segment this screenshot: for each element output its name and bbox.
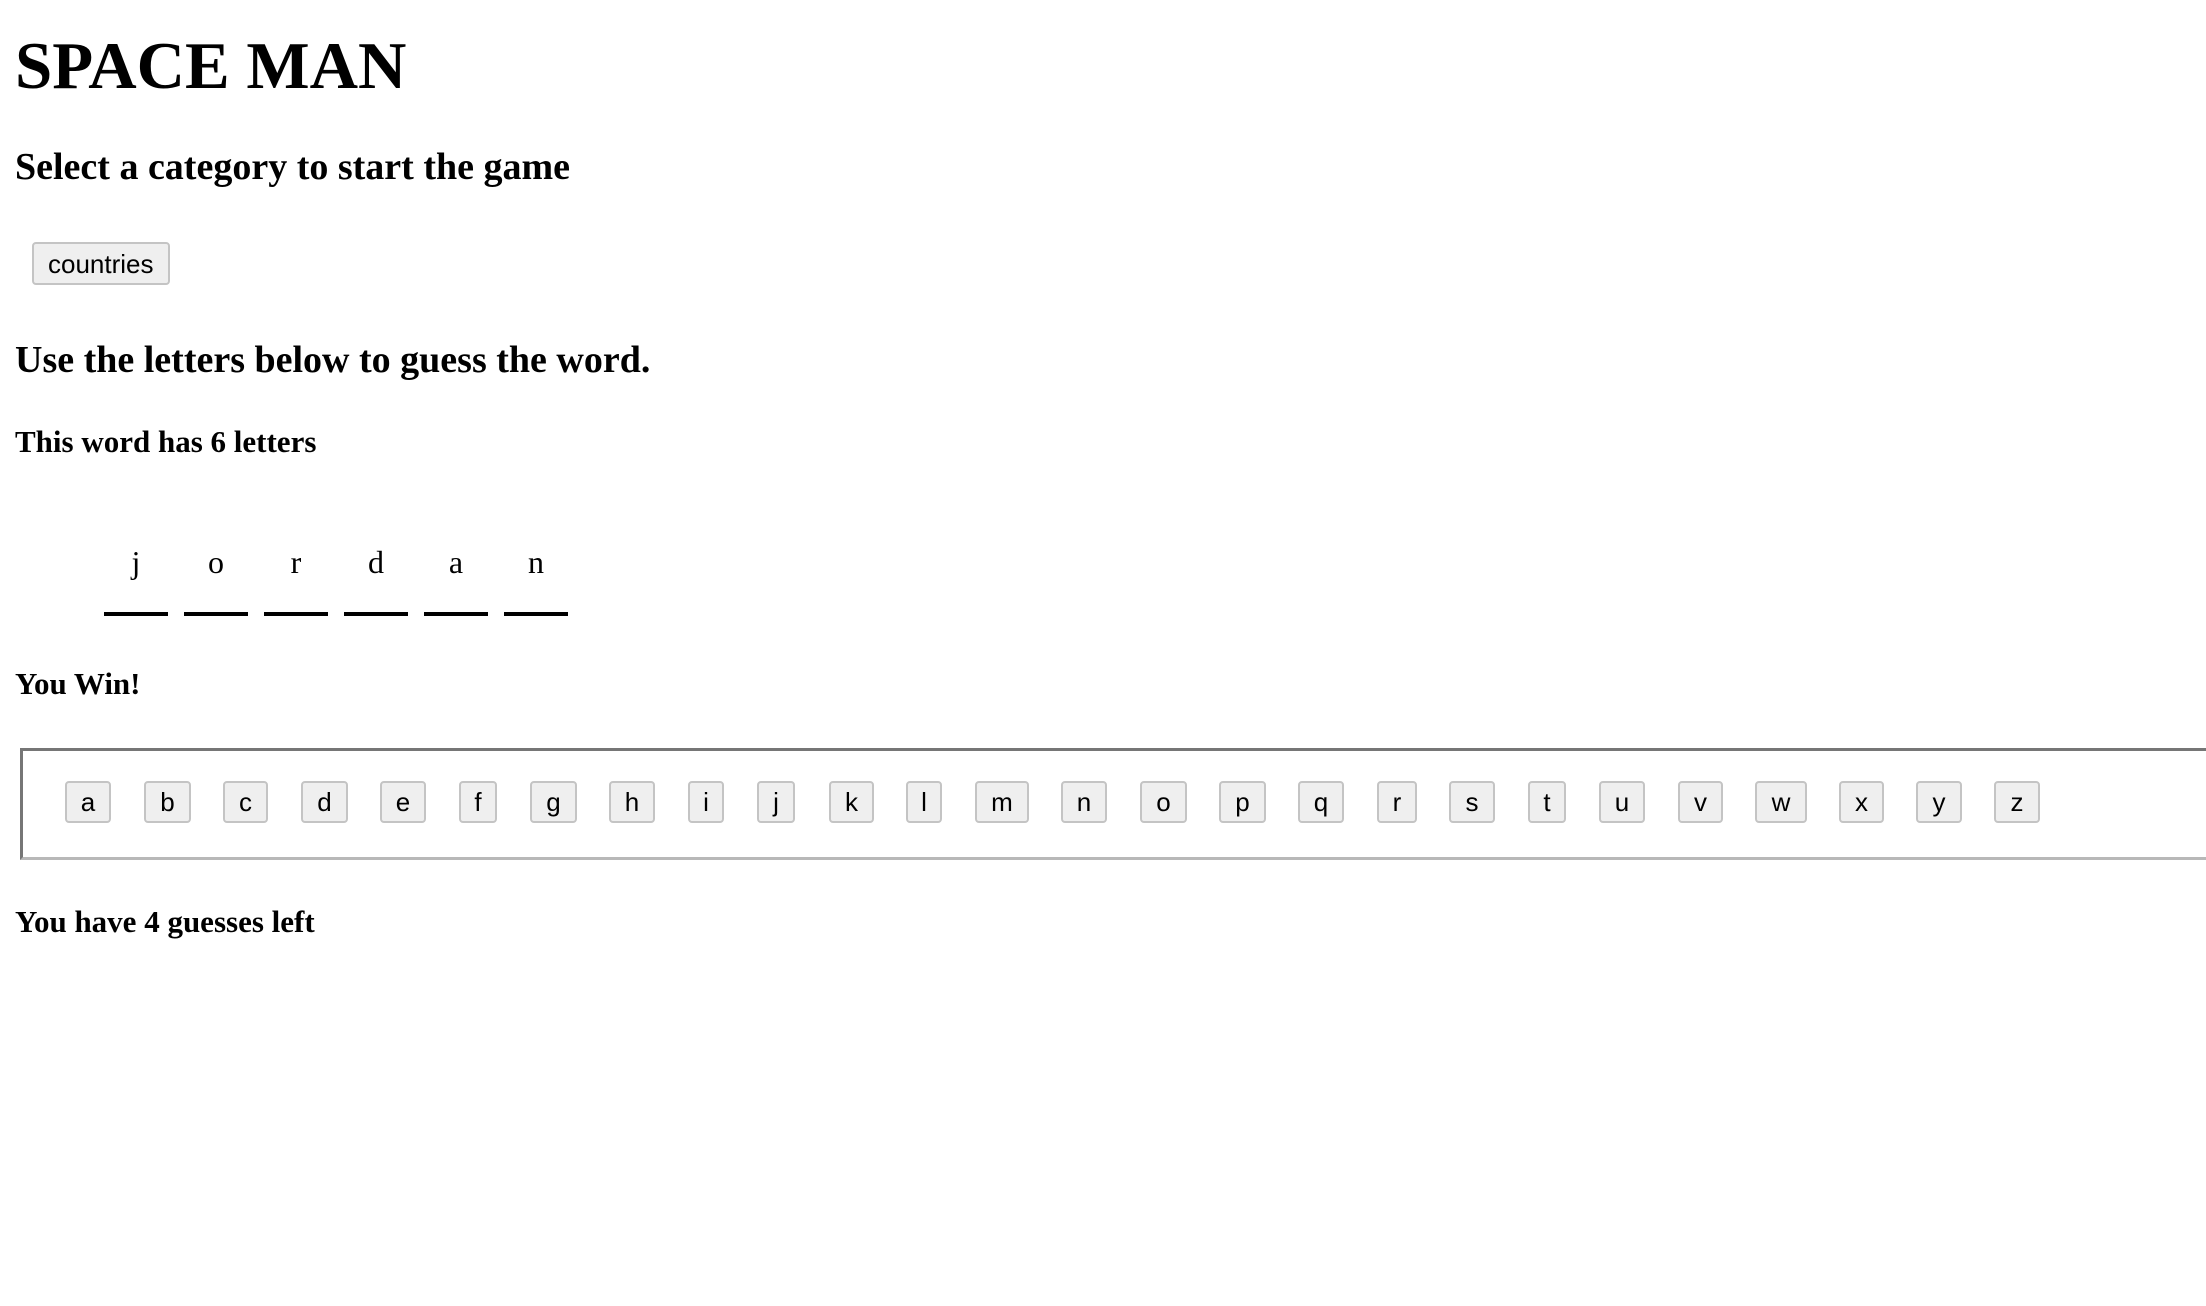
letter-key-i[interactable]: i	[688, 781, 724, 823]
letter-key-k[interactable]: k	[829, 781, 874, 823]
word-letter-slot: j	[104, 540, 168, 616]
letter-key-x[interactable]: x	[1839, 781, 1884, 823]
word-letter: n	[528, 544, 544, 580]
letter-key-h[interactable]: h	[609, 781, 655, 823]
letter-key-d[interactable]: d	[301, 781, 348, 823]
letter-key-m[interactable]: m	[975, 781, 1029, 823]
letter-key-f[interactable]: f	[459, 781, 497, 823]
letter-key-s[interactable]: s	[1449, 781, 1495, 823]
letter-key-c[interactable]: c	[223, 781, 268, 823]
word-letter-slot: r	[264, 540, 328, 616]
word-length-info: This word has 6 letters	[15, 424, 317, 459]
letter-key-y[interactable]: y	[1916, 781, 1962, 823]
game-result: You Win!	[15, 666, 141, 701]
game-page: SPACE MAN Select a category to start the…	[0, 0, 2206, 1306]
letter-key-p[interactable]: p	[1219, 781, 1266, 823]
letter-key-e[interactable]: e	[380, 781, 426, 823]
page-title: SPACE MAN	[15, 29, 407, 103]
letter-key-n[interactable]: n	[1061, 781, 1107, 823]
letter-key-o[interactable]: o	[1140, 781, 1187, 823]
letter-key-a[interactable]: a	[65, 781, 111, 823]
word-letter: a	[448, 544, 464, 580]
letter-key-u[interactable]: u	[1599, 781, 1645, 823]
letter-key-t[interactable]: t	[1528, 781, 1566, 823]
letter-keyboard: a b c d e f g h i j k l m n o p q r s t …	[20, 748, 2206, 860]
letter-key-g[interactable]: g	[530, 781, 577, 823]
letter-key-w[interactable]: w	[1755, 781, 1807, 823]
word-display: j o r d a n	[104, 540, 568, 616]
letter-key-v[interactable]: v	[1678, 781, 1723, 823]
guesses-remaining: You have 4 guesses left	[15, 904, 315, 939]
word-letter: j	[131, 544, 141, 580]
word-letter-slot: d	[344, 540, 408, 616]
letter-key-r[interactable]: r	[1377, 781, 1417, 823]
letter-key-l[interactable]: l	[906, 781, 942, 823]
instructions-text: Use the letters below to guess the word.	[15, 339, 651, 381]
word-letter: r	[290, 544, 302, 580]
letter-key-j[interactable]: j	[757, 781, 795, 823]
category-button-countries[interactable]: countries	[32, 242, 170, 285]
category-prompt: Select a category to start the game	[15, 146, 570, 188]
word-letter: d	[368, 544, 384, 580]
word-letter-slot: n	[504, 540, 568, 616]
word-letter-slot: a	[424, 540, 488, 616]
word-letter: o	[208, 544, 224, 580]
letter-key-q[interactable]: q	[1298, 781, 1344, 823]
word-letter-slot: o	[184, 540, 248, 616]
letter-key-z[interactable]: z	[1994, 781, 2040, 823]
letter-key-b[interactable]: b	[144, 781, 191, 823]
